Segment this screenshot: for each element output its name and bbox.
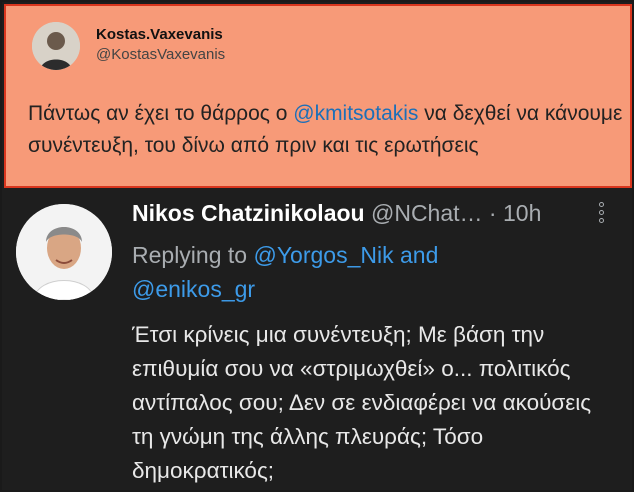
quoted-tweet[interactable]: Kostas.Vaxevanis @KostasVaxevanis Πάντως… [4, 4, 632, 188]
more-vertical-icon[interactable] [596, 202, 606, 232]
tweet-text: Πάντως αν έχει το θάρρος ο @kmitsotakis … [28, 98, 630, 162]
separator: · [482, 200, 503, 226]
timestamp[interactable]: 10h [503, 200, 541, 226]
replying-prefix: Replying to [132, 242, 254, 268]
tweet-text-start: Πάντως αν έχει το θάρρος ο [28, 102, 294, 125]
reply-to-link[interactable]: @Yorgos_Nik [253, 242, 393, 268]
mention-link[interactable]: @kmitsotakis [293, 102, 418, 125]
avatar-image [32, 22, 80, 70]
author-handle[interactable]: @KostasVaxevanis [96, 46, 225, 63]
tweet-text: Έτσι κρίνεις μια συνέντευξη; Με βάση την… [132, 322, 592, 483]
avatar-image [16, 204, 112, 300]
avatar[interactable] [32, 22, 80, 70]
screenshot-frame: Kostas.Vaxevanis @KostasVaxevanis Πάντως… [0, 0, 634, 492]
reply-to-and[interactable]: and [394, 242, 438, 268]
author-name[interactable]: Nikos Chatzinikolaou [132, 200, 365, 226]
avatar[interactable] [16, 204, 112, 300]
author-handle[interactable]: @NChat… [371, 200, 483, 226]
reply-to-link[interactable]: @enikos_gr [132, 276, 255, 302]
reply-header: Nikos Chatzinikolaou @NChat… · 10h [132, 200, 541, 227]
replying-to: Replying to @Yorgos_Nik and @enikos_gr [132, 238, 592, 306]
author-name[interactable]: Kostas.Vaxevanis [96, 26, 223, 43]
